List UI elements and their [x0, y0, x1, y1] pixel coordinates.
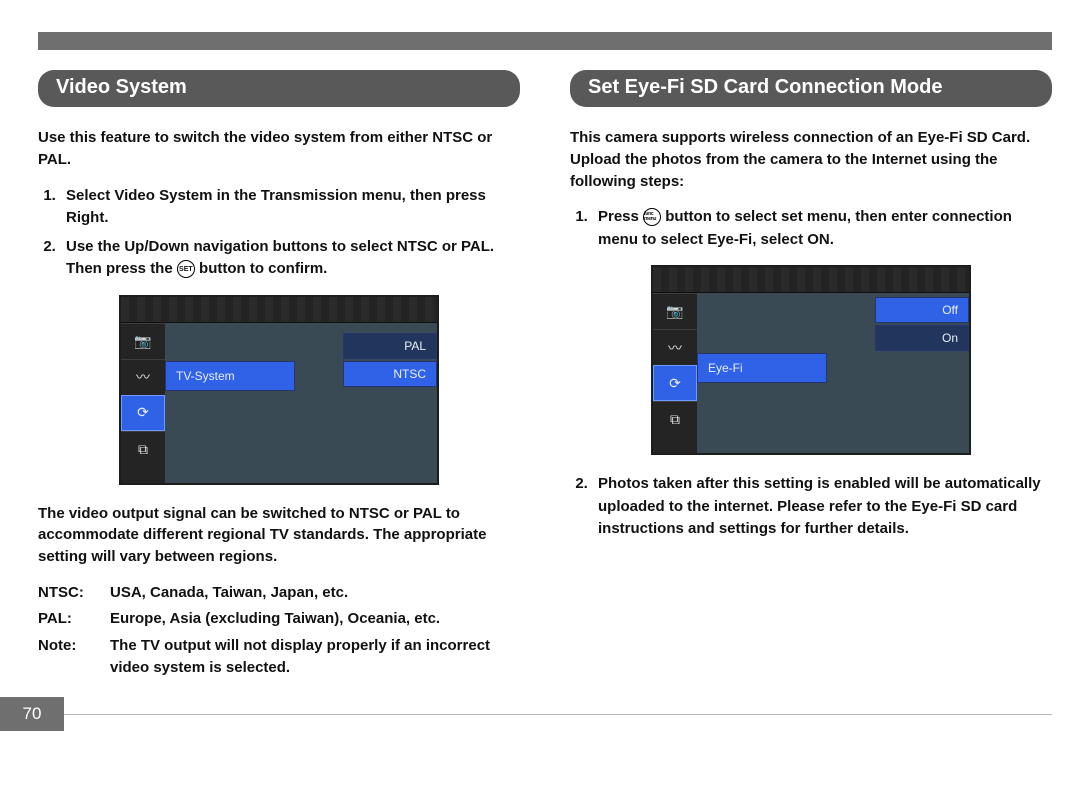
menu-label-tv-system: TV-System	[165, 361, 295, 391]
option-off-selected: Off	[875, 297, 969, 323]
sidebar-wrench-icon: 〰	[653, 329, 697, 365]
video-system-intro: Use this feature to switch the video sys…	[38, 127, 520, 171]
eye-fi-step-1: Press func menu button to select set men…	[592, 206, 1052, 251]
def-pal: PAL: Europe, Asia (excluding Taiwan), Oc…	[38, 608, 520, 635]
menu-sidebar: 📷 〰 ⟳ ⧉	[121, 297, 165, 483]
menu-sidebar: 📷 〰 ⟳ ⧉	[653, 267, 697, 453]
page-body: Video System Use this feature to switch …	[38, 70, 1052, 684]
region-definitions: NTSC: USA, Canada, Taiwan, Japan, etc. P…	[38, 582, 520, 684]
step-2: Use the Up/Down navigation buttons to se…	[60, 236, 520, 281]
def-value: USA, Canada, Taiwan, Japan, etc.	[110, 582, 520, 609]
tv-system-menu-screenshot: 📷 〰 ⟳ ⧉ PAL TV-System NTSC	[119, 295, 439, 485]
func-menu-button-icon: func menu	[643, 208, 661, 226]
eye-fi-intro: This camera supports wireless connection…	[570, 127, 1052, 192]
menu-main-area: PAL TV-System NTSC	[165, 297, 437, 483]
def-label: NTSC:	[38, 582, 110, 609]
left-column: Video System Use this feature to switch …	[38, 70, 520, 684]
menu-label-eye-fi: Eye-Fi	[697, 353, 827, 383]
option-on: On	[875, 325, 969, 351]
device-top-strip	[653, 267, 969, 293]
option-ntsc-selected: NTSC	[343, 361, 437, 387]
footer-rule	[64, 714, 1052, 715]
eye-fi-menu-screenshot: 📷 〰 ⟳ ⧉ Off On Eye-Fi	[651, 265, 971, 455]
step-post: button to select set menu, then enter co…	[598, 208, 1012, 248]
eye-fi-steps: Press func menu button to select set men…	[592, 206, 1052, 251]
sidebar-screens-icon: ⧉	[121, 431, 165, 467]
step-2-post: button to confirm.	[195, 260, 327, 277]
sidebar-wrench-icon: 〰	[121, 359, 165, 395]
step-pre: Press	[598, 208, 643, 225]
def-label: PAL:	[38, 608, 110, 635]
header-bar	[38, 32, 1052, 50]
def-note: Note: The TV output will not display pro…	[38, 635, 520, 684]
page-number: 70	[0, 697, 64, 731]
section-heading-eye-fi: Set Eye-Fi SD Card Connection Mode	[570, 70, 1052, 107]
def-value: Europe, Asia (excluding Taiwan), Oceania…	[110, 608, 520, 635]
def-ntsc: NTSC: USA, Canada, Taiwan, Japan, etc.	[38, 582, 520, 609]
def-label: Note:	[38, 635, 110, 684]
step-1: Select Video System in the Transmission …	[60, 185, 520, 230]
sidebar-camera-icon: 📷	[653, 293, 697, 329]
def-value: The TV output will not display properly …	[110, 635, 520, 684]
right-column: Set Eye-Fi SD Card Connection Mode This …	[570, 70, 1052, 684]
sidebar-camera-icon: 📷	[121, 323, 165, 359]
eye-fi-steps-cont: Photos taken after this setting is enabl…	[592, 473, 1052, 541]
sidebar-transmission-icon: ⟳	[121, 395, 165, 431]
section-heading-video-system: Video System	[38, 70, 520, 107]
video-system-steps: Select Video System in the Transmission …	[60, 185, 520, 281]
option-pal: PAL	[343, 333, 437, 359]
video-system-after: The video output signal can be switched …	[38, 503, 520, 568]
menu-main-area: Off On Eye-Fi	[697, 267, 969, 453]
device-top-strip	[121, 297, 437, 323]
eye-fi-step-2: Photos taken after this setting is enabl…	[592, 473, 1052, 541]
set-button-icon: SET	[177, 260, 195, 278]
sidebar-screens-icon: ⧉	[653, 401, 697, 437]
sidebar-transmission-icon: ⟳	[653, 365, 697, 401]
